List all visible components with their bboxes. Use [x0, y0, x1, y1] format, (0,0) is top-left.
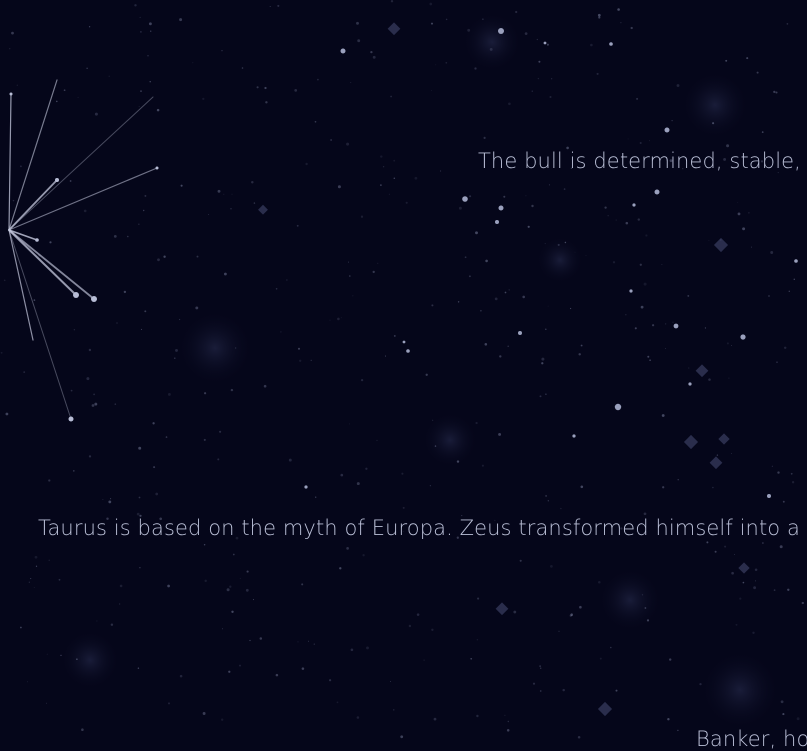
constellation-star	[55, 178, 59, 182]
taurus-traits-text: The bull is determined, stable,	[478, 149, 801, 173]
constellation-star	[68, 416, 74, 422]
constellation-star	[9, 92, 13, 96]
taurus-careers-text: Banker, ho	[696, 727, 807, 751]
constellation-line	[8, 179, 58, 231]
constellation-line	[8, 93, 12, 231]
constellation-line	[8, 229, 77, 296]
taurus-constellation	[8, 79, 159, 422]
constellation-line	[8, 167, 158, 231]
constellation-star	[35, 238, 39, 242]
constellation-star	[91, 296, 97, 302]
constellation-line	[8, 229, 72, 420]
constellation-star	[155, 166, 159, 170]
taurus-myth-text: Taurus is based on the myth of Europa. Z…	[38, 516, 800, 540]
constellation-star	[73, 292, 79, 298]
